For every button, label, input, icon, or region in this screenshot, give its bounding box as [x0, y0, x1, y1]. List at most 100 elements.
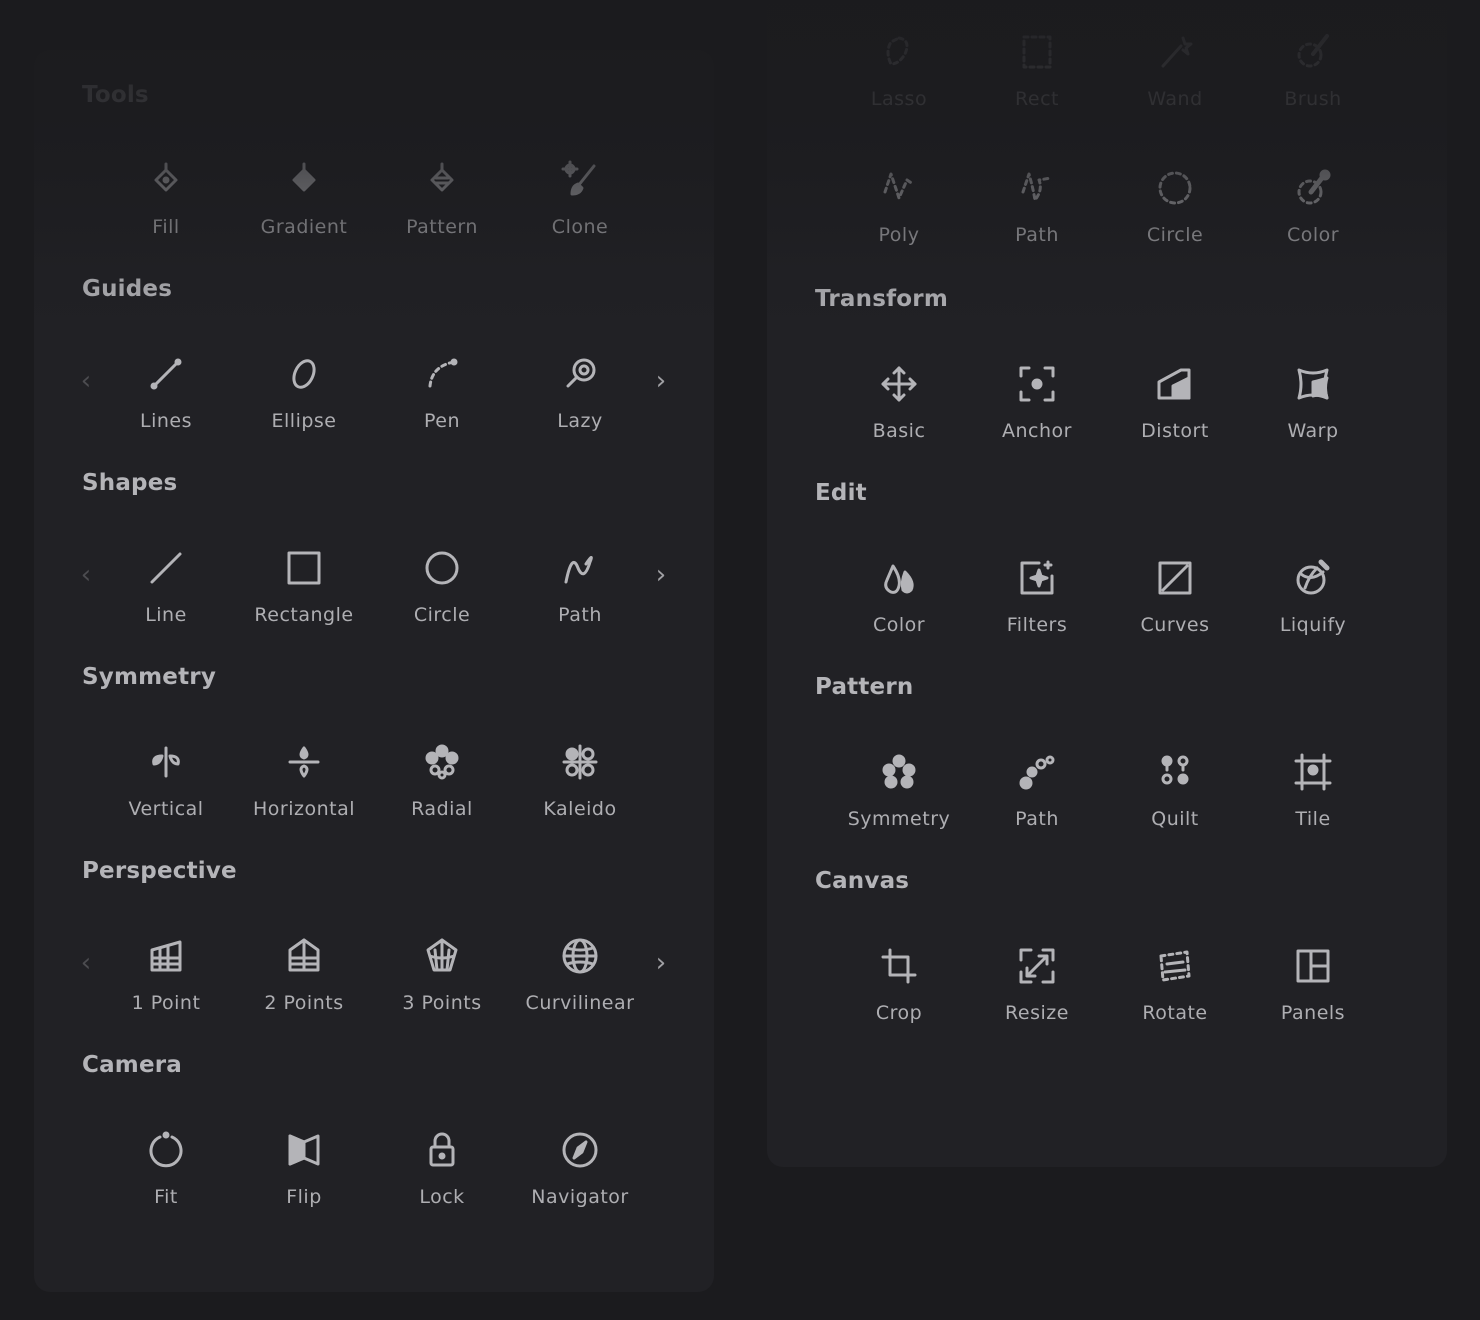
tool-item-symmetry-horizontal[interactable]: Horizontal: [235, 742, 373, 862]
tool-item-selection-brush[interactable]: Brush: [1244, 32, 1382, 152]
tool-item-label: Lasso: [870, 88, 928, 110]
tool-item-edit-filters[interactable]: Filters: [968, 558, 1106, 678]
tool-item-label: Vertical: [128, 798, 204, 820]
rotate-icon: [1155, 946, 1195, 986]
tool-item-label: Rect: [1015, 88, 1059, 110]
tool-item-edit-curves[interactable]: Curves: [1106, 558, 1244, 678]
tool-item-perspective-1-point[interactable]: 1 Point: [97, 936, 235, 1056]
tool-item-symmetry-kaleido[interactable]: Kaleido: [511, 742, 649, 862]
radial-symmetry-icon: [422, 742, 462, 782]
magic-wand-icon: [1155, 32, 1195, 72]
tool-item-symmetry-radial[interactable]: Radial: [373, 742, 511, 862]
globe-icon: [560, 936, 600, 976]
tool-item-shapes-path[interactable]: Path: [511, 548, 649, 668]
tool-item-transform-distort[interactable]: Distort: [1106, 364, 1244, 484]
scroll-right-arrow[interactable]: ›: [651, 948, 671, 978]
scroll-left-arrow[interactable]: ‹: [76, 560, 96, 590]
tool-item-label: Path: [1015, 808, 1059, 830]
distort-icon: [1155, 364, 1195, 404]
tool-item-transform-anchor[interactable]: Anchor: [968, 364, 1106, 484]
tool-item-transform-basic[interactable]: Basic: [830, 364, 968, 484]
tool-item-label: 1 Point: [131, 992, 201, 1014]
tool-item-camera-lock[interactable]: Lock: [373, 1130, 511, 1250]
two-point-perspective-icon: [284, 936, 324, 976]
tool-item-perspective-curvilinear[interactable]: Curvilinear: [511, 936, 649, 1056]
scroll-left-arrow[interactable]: ‹: [76, 948, 96, 978]
tool-item-shapes-circle[interactable]: Circle: [373, 548, 511, 668]
tool-item-perspective-3-points[interactable]: 3 Points: [373, 936, 511, 1056]
tool-item-label: Fit: [154, 1186, 178, 1208]
tool-item-selection-wand[interactable]: Wand: [1106, 32, 1244, 152]
tool-item-label: Basic: [872, 420, 926, 442]
tool-item-camera-fit[interactable]: Fit: [97, 1130, 235, 1250]
color-drops-icon: [879, 558, 919, 598]
tool-item-shapes-line[interactable]: Line: [97, 548, 235, 668]
tool-item-selection-color[interactable]: Color: [1244, 168, 1382, 288]
quilt-icon: [1155, 752, 1195, 792]
anchor-icon: [1017, 364, 1057, 404]
section-title-pattern: Pattern: [815, 674, 914, 700]
tool-item-camera-flip[interactable]: Flip: [235, 1130, 373, 1250]
tool-item-pattern-quilt[interactable]: Quilt: [1106, 752, 1244, 872]
tool-item-label: Quilt: [1151, 808, 1199, 830]
tool-item-transform-warp[interactable]: Warp: [1244, 364, 1382, 484]
circle-select-icon: [1155, 168, 1195, 208]
tool-item-symmetry-vertical[interactable]: Vertical: [97, 742, 235, 862]
tool-item-tools-pattern[interactable]: Pattern: [373, 160, 511, 280]
tool-item-label: Line: [145, 604, 187, 626]
tool-item-label: Curvilinear: [525, 992, 635, 1014]
tool-item-selection-poly[interactable]: Poly: [830, 168, 968, 288]
tool-item-guides-ellipse[interactable]: Ellipse: [235, 354, 373, 474]
brush-select-icon: [1293, 32, 1333, 72]
tool-item-label: Flip: [286, 1186, 322, 1208]
tool-item-pattern-symmetry[interactable]: Symmetry: [830, 752, 968, 872]
section-title-perspective: Perspective: [82, 858, 237, 884]
section-title-canvas: Canvas: [815, 868, 910, 894]
tool-item-selection-lasso[interactable]: Lasso: [830, 32, 968, 152]
tool-item-label: Warp: [1287, 420, 1339, 442]
horizontal-symmetry-icon: [284, 742, 324, 782]
section-title-edit: Edit: [815, 480, 867, 506]
scroll-left-arrow[interactable]: ‹: [76, 366, 96, 396]
vertical-symmetry-icon: [146, 742, 186, 782]
tool-item-guides-lazy[interactable]: Lazy: [511, 354, 649, 474]
move-icon: [879, 364, 919, 404]
tool-item-label: 3 Points: [402, 992, 482, 1014]
one-point-perspective-icon: [146, 936, 186, 976]
tool-item-canvas-rotate[interactable]: Rotate: [1106, 946, 1244, 1066]
tool-item-canvas-panels[interactable]: Panels: [1244, 946, 1382, 1066]
tool-item-label: 2 Points: [264, 992, 344, 1014]
tool-item-label: Symmetry: [847, 808, 951, 830]
tool-item-canvas-resize[interactable]: Resize: [968, 946, 1106, 1066]
tool-item-camera-navigator[interactable]: Navigator: [511, 1130, 649, 1250]
scroll-right-arrow[interactable]: ›: [651, 560, 671, 590]
pattern-path-icon: [1017, 752, 1057, 792]
tool-item-tools-fill[interactable]: Fill: [97, 160, 235, 280]
tool-item-shapes-rectangle[interactable]: Rectangle: [235, 548, 373, 668]
tool-item-selection-circle[interactable]: Circle: [1106, 168, 1244, 288]
tool-item-label: Horizontal: [252, 798, 355, 820]
tool-item-tools-clone[interactable]: Clone: [511, 160, 649, 280]
tool-item-edit-liquify[interactable]: Liquify: [1244, 558, 1382, 678]
tool-item-label: Poly: [878, 224, 920, 246]
tool-item-label: Circle: [1146, 224, 1204, 246]
tool-item-guides-pen[interactable]: Pen: [373, 354, 511, 474]
tool-item-label: Path: [1015, 224, 1059, 246]
gradient-fill-icon: [284, 160, 324, 200]
tool-item-selection-rect[interactable]: Rect: [968, 32, 1106, 152]
tool-item-pattern-path[interactable]: Path: [968, 752, 1106, 872]
tool-item-guides-lines[interactable]: Lines: [97, 354, 235, 474]
tool-item-edit-color[interactable]: Color: [830, 558, 968, 678]
tool-item-selection-path[interactable]: Path: [968, 168, 1106, 288]
tool-item-perspective-2-points[interactable]: 2 Points: [235, 936, 373, 1056]
tool-item-tools-gradient[interactable]: Gradient: [235, 160, 373, 280]
section-title-guides: Guides: [82, 276, 173, 302]
pattern-symmetry-icon: [879, 752, 919, 792]
pattern-fill-icon: [422, 160, 462, 200]
tool-item-canvas-crop[interactable]: Crop: [830, 946, 968, 1066]
resize-icon: [1017, 946, 1057, 986]
tool-item-pattern-tile[interactable]: Tile: [1244, 752, 1382, 872]
tile-icon: [1293, 752, 1333, 792]
tool-item-label: Navigator: [531, 1186, 629, 1208]
scroll-right-arrow[interactable]: ›: [651, 366, 671, 396]
